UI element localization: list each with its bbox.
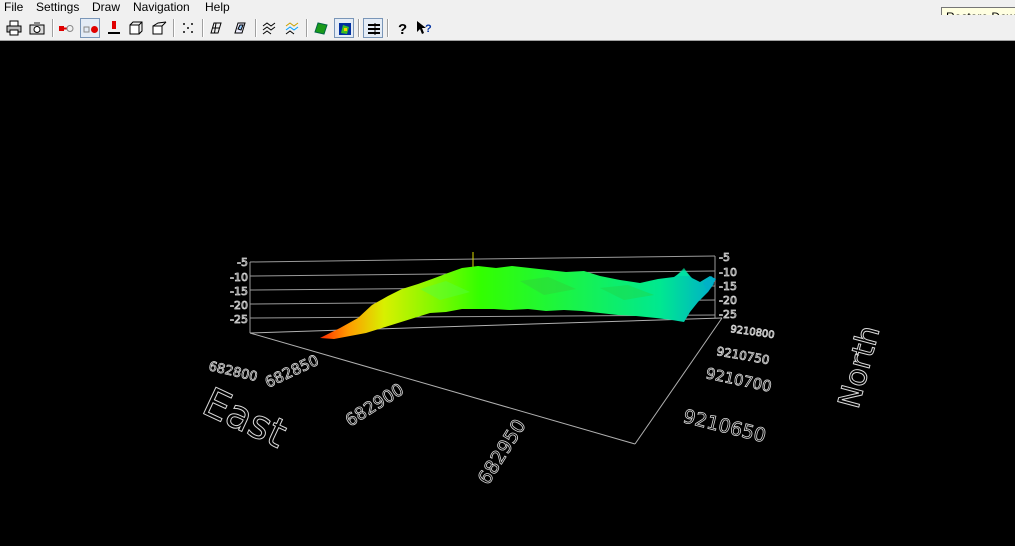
print-icon [6,20,22,36]
record-start-button[interactable] [56,18,76,38]
menu-help[interactable]: Help [205,0,230,15]
north-tick-label: 9210750 [715,344,770,367]
surface-button[interactable] [230,18,250,38]
help-icon: ? [398,21,407,36]
menu-draw[interactable]: Draw [92,0,120,15]
snapshot-button[interactable] [27,18,47,38]
help-button[interactable]: ? [392,18,412,38]
rotate-button[interactable] [259,18,279,38]
z-tick-label: -5 [237,256,248,269]
legend-icon [368,23,380,35]
z-tick-label: -10 [719,266,737,279]
z-tick-label: -10 [230,271,248,284]
floor-outline [249,317,723,445]
wireframe-button[interactable] [206,18,226,38]
marker-button[interactable] [104,18,124,38]
north-axis-ticks: 9210800 92107509210700 9210650 [680,324,776,448]
layers-button[interactable] [282,18,302,38]
terrain-green-icon [314,22,328,35]
east-axis-label: East [196,379,294,457]
terrain-plot-3d[interactable]: -5-10-15-20-25 -5-10-15-20-25 682800 6828… [0,42,1015,541]
context-help-icon: ? [417,21,432,35]
terrain-color-icon [339,23,351,35]
marker-icon [108,21,120,34]
cube-icon [129,21,143,35]
z-tick-label: -15 [719,280,737,293]
layers-icon [285,22,299,35]
toolbar: ? ? [0,15,1015,41]
box-open-button[interactable] [149,18,169,38]
z-tick-label: -20 [230,299,248,312]
rotate-icon [262,22,276,35]
legend-button[interactable] [363,18,383,38]
surface-icon [234,22,246,34]
north-tick-label: 9210650 [681,406,768,448]
points-icon [183,23,193,33]
terrain-color-button[interactable] [334,18,354,38]
camera-icon [29,22,45,35]
east-tick-label: 682900 [342,380,408,431]
print-button[interactable] [4,18,24,38]
menu-settings[interactable]: Settings [36,0,79,15]
3d-viewport[interactable]: -5 -10 -15 -20 -25 -5 -10 -15 -20 -25 682800 6828… [0,42,1015,541]
menu-file[interactable]: File [4,0,23,15]
record-start-icon [59,25,74,32]
z-tick-label: -25 [719,308,737,321]
z-tick-label: -15 [230,285,248,298]
z-tick-label: -20 [719,294,737,307]
z-axis-left-ticks: -5 -10-15-20-25 [230,256,249,327]
wireframe-icon [210,22,222,34]
north-tick-label: 9210700 [704,364,773,395]
record-stop-icon [83,26,98,33]
z-tick-label: -25 [230,313,248,326]
box-open-icon [152,21,167,35]
record-stop-button[interactable] [80,18,100,38]
east-tick-label: 682850 [262,351,322,392]
menu-bar: File Settings Draw Navigation Help [0,0,1015,15]
north-axis-label: North [832,322,888,412]
z-tick-label: -5 [719,251,730,264]
north-tick-label: 9210800 [730,324,776,341]
east-tick-label: 682950 [474,415,531,488]
svg-text:?: ? [398,21,407,36]
menu-navigation[interactable]: Navigation [133,0,190,15]
context-help-button[interactable]: ? [414,18,434,38]
terrain-surface [320,266,716,339]
svg-text:?: ? [425,23,432,35]
cube-button[interactable] [126,18,146,38]
points-button[interactable] [178,18,198,38]
z-axis-right-ticks: -5 -10-15-20-25 [719,251,738,322]
terrain-green-button[interactable] [311,18,331,38]
